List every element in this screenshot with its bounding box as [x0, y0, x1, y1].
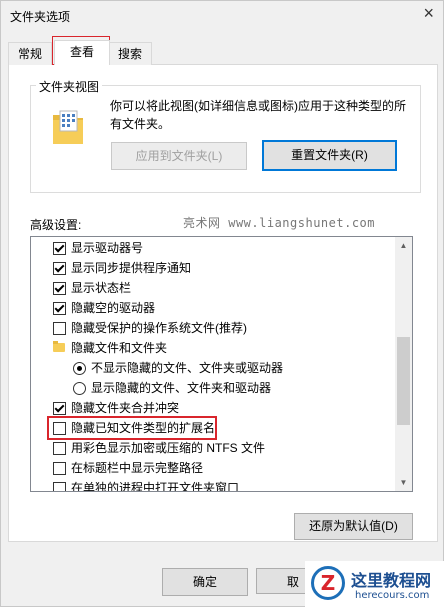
list-item[interactable]: 在标题栏中显示完整路径	[31, 458, 391, 478]
checkbox[interactable]	[53, 302, 66, 315]
list-item-folder: 隐藏文件和文件夹	[31, 338, 391, 358]
logo-z-icon: Z	[311, 566, 345, 600]
checkbox[interactable]	[53, 482, 66, 491]
folder-icon	[53, 341, 65, 352]
tab-general[interactable]: 常规	[8, 42, 52, 65]
advanced-settings-label: 高级设置:	[30, 218, 82, 232]
checkbox[interactable]	[53, 402, 66, 415]
checkbox[interactable]	[53, 282, 66, 295]
tab-view[interactable]: 查看	[54, 40, 110, 65]
folder-views-icon	[52, 109, 84, 148]
checkbox[interactable]	[53, 462, 66, 475]
list-item[interactable]: 不显示隐藏的文件、文件夹或驱动器	[31, 358, 391, 378]
window-title: 文件夹选项	[10, 10, 71, 24]
site-logo: Z 这里教程网 herecours.com	[305, 561, 444, 607]
checkbox[interactable]	[53, 262, 66, 275]
list-item[interactable]: 显示状态栏	[31, 278, 391, 298]
radio-button[interactable]	[73, 382, 86, 395]
restore-defaults-button[interactable]: 还原为默认值(D)	[294, 513, 413, 540]
apply-to-folders-button[interactable]: 应用到文件夹(L)	[111, 142, 247, 170]
list-item[interactable]: 显示同步提供程序通知	[31, 258, 391, 278]
radio-button[interactable]	[73, 362, 86, 375]
advanced-settings-list[interactable]: 显示驱动器号 显示同步提供程序通知 显示状态栏 隐藏空的驱动器 隐藏受保护的操作…	[30, 236, 413, 492]
list-item[interactable]: 隐藏受保护的操作系统文件(推荐)	[31, 318, 391, 338]
scroll-down-icon[interactable]: ▼	[395, 474, 412, 491]
vertical-scrollbar[interactable]: ▲ ▼	[395, 237, 412, 491]
list-item[interactable]: 在单独的进程中打开文件夹窗口	[31, 478, 391, 491]
logo-title: 这里教程网	[351, 571, 432, 590]
list-item[interactable]: 隐藏空的驱动器	[31, 298, 391, 318]
folder-views-title: 文件夹视图	[36, 78, 103, 95]
highlight-box	[47, 416, 217, 440]
reset-folders-button[interactable]: 重置文件夹(R)	[262, 140, 397, 171]
checkbox[interactable]	[53, 242, 66, 255]
logo-subtitle: herecours.com	[355, 590, 430, 601]
list-item[interactable]: 显示驱动器号	[31, 238, 391, 258]
ok-button[interactable]: 确定	[162, 568, 248, 596]
close-icon[interactable]: ×	[423, 4, 434, 22]
scroll-up-icon[interactable]: ▲	[395, 237, 412, 254]
list-item[interactable]: 用彩色显示加密或压缩的 NTFS 文件	[31, 438, 391, 458]
checkbox[interactable]	[53, 322, 66, 335]
list-item[interactable]: 隐藏文件夹合并冲突	[31, 398, 391, 418]
list-item[interactable]: 显示隐藏的文件、文件夹和驱动器	[31, 378, 391, 398]
scrollbar-thumb[interactable]	[397, 337, 410, 425]
watermark-text: 亮术网 www.liangshunet.com	[183, 216, 375, 230]
tab-search[interactable]: 搜索	[108, 42, 152, 65]
folder-views-description: 你可以将此视图(如详细信息或图标)应用于这种类型的所有文件夹。	[110, 99, 406, 131]
checkbox[interactable]	[53, 442, 66, 455]
